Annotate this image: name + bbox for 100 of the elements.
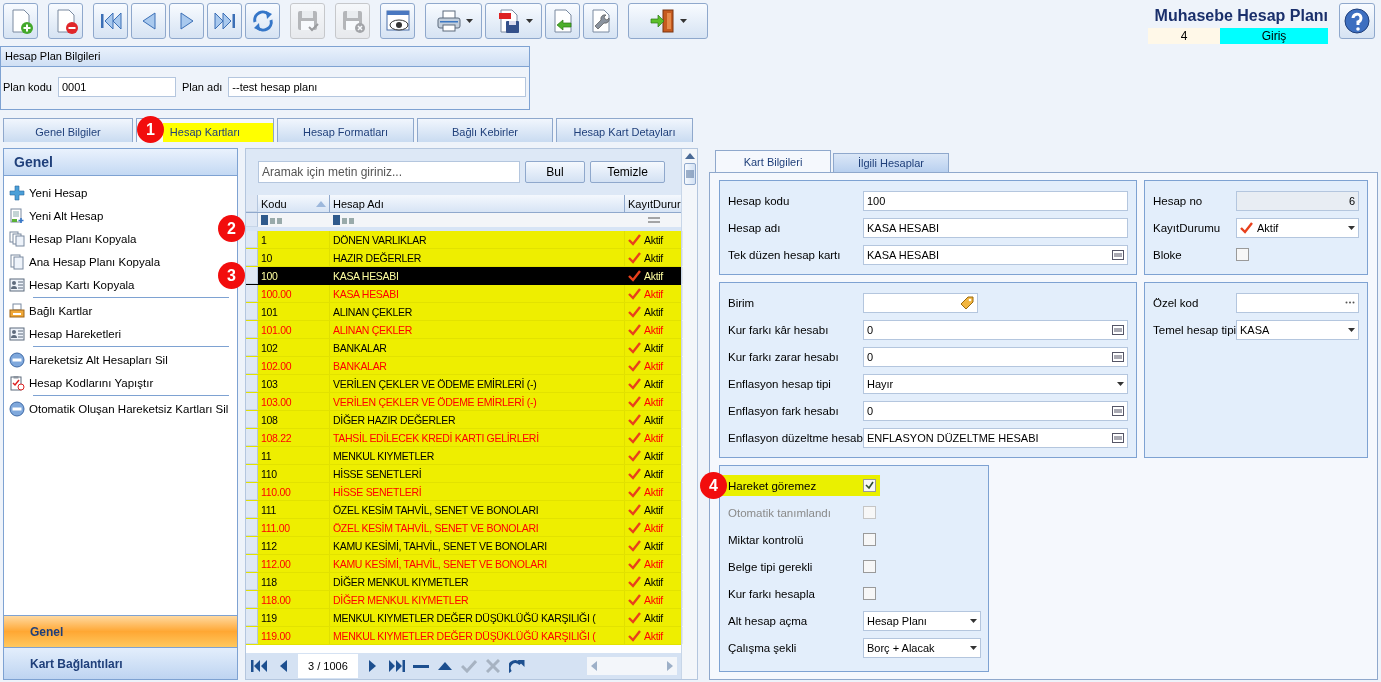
action-link[interactable]: Hesap Kartı Kopyala bbox=[9, 273, 135, 296]
import-button[interactable] bbox=[545, 3, 580, 39]
scroll-left-icon[interactable] bbox=[591, 661, 597, 671]
row-indicator[interactable] bbox=[246, 231, 258, 248]
action-link[interactable]: Otomatik Oluşan Hareketsiz Kartları Sil bbox=[9, 397, 229, 420]
table-row[interactable]: 10 HAZIR DEĞERLER Aktif bbox=[246, 249, 681, 267]
table-row[interactable]: 1 DÖNEN VARLIKLAR Aktif bbox=[246, 231, 681, 249]
last-button[interactable] bbox=[387, 657, 406, 675]
print-button[interactable] bbox=[425, 3, 482, 39]
tab[interactable]: Bağlı Kebirler bbox=[417, 118, 553, 142]
row-indicator[interactable] bbox=[246, 573, 258, 590]
lookup-icon[interactable] bbox=[1112, 405, 1124, 416]
table-row[interactable]: 102 BANKALAR Aktif bbox=[246, 339, 681, 357]
row-indicator[interactable] bbox=[246, 375, 258, 392]
scrollbar-thumb[interactable] bbox=[683, 163, 696, 185]
first-button[interactable] bbox=[250, 657, 268, 675]
settings-button[interactable] bbox=[583, 3, 618, 39]
checkbox[interactable] bbox=[863, 479, 876, 492]
table-row[interactable]: 11 MENKUL KIYMETLER Aktif bbox=[246, 447, 681, 465]
tab[interactable]: İlgili Hesaplar bbox=[833, 153, 949, 172]
search-field[interactable]: Aramak için metin giriniz... bbox=[258, 161, 520, 183]
checkbox[interactable] bbox=[863, 533, 876, 546]
row-indicator[interactable] bbox=[246, 627, 258, 644]
row-indicator[interactable] bbox=[246, 591, 258, 608]
lookup-icon[interactable] bbox=[1112, 249, 1124, 260]
lookup-icon[interactable] bbox=[1112, 432, 1124, 443]
checkbox[interactable] bbox=[863, 587, 876, 600]
text-field[interactable]: 0001 bbox=[57, 77, 176, 97]
table-row[interactable]: 119 MENKUL KIYMETLER DEĞER DÜŞÜKLÜĞÜ KARŞILIĞI ( Aktif bbox=[246, 609, 681, 627]
checkbox[interactable] bbox=[863, 560, 876, 573]
table-row[interactable]: 112 KAMU KESİMİ, TAHVİL, SENET VE BONOLARI Aktif bbox=[246, 537, 681, 555]
row-indicator[interactable] bbox=[246, 267, 258, 284]
section-button[interactable]: Genel bbox=[4, 615, 237, 647]
exit-button[interactable] bbox=[628, 3, 708, 39]
text-field[interactable]: KASA HESABI bbox=[863, 217, 1128, 238]
action-link[interactable]: Bağlı Kartlar bbox=[9, 299, 93, 322]
row-indicator[interactable] bbox=[246, 249, 258, 266]
row-indicator[interactable] bbox=[246, 447, 258, 464]
first-button[interactable] bbox=[93, 3, 128, 39]
row-indicator[interactable] bbox=[246, 357, 258, 374]
table-row[interactable]: 100 KASA HESABI Aktif bbox=[246, 267, 681, 285]
row-indicator[interactable] bbox=[246, 501, 258, 518]
find-button[interactable]: Bul bbox=[525, 161, 585, 183]
column-header[interactable]: Hesap Adı bbox=[330, 195, 625, 212]
help-button[interactable] bbox=[1339, 3, 1375, 39]
tab[interactable]: Genel Bilgiler bbox=[3, 118, 133, 142]
vertical-scrollbar[interactable] bbox=[681, 149, 697, 679]
unit-field[interactable] bbox=[863, 292, 978, 313]
lookup-field[interactable]: 0 bbox=[863, 346, 1128, 367]
action-link[interactable]: Yeni Hesap bbox=[9, 181, 88, 204]
action-link[interactable]: Yeni Alt Hesap bbox=[9, 204, 104, 227]
row-indicator[interactable] bbox=[246, 393, 258, 410]
lookup-field[interactable]: 0 bbox=[863, 319, 1128, 340]
action-link[interactable]: Hareketsiz Alt Hesapları Sil bbox=[9, 348, 168, 371]
action-link[interactable]: Hesap Kodlarını Yapıştır bbox=[9, 371, 154, 394]
pdf-button[interactable] bbox=[485, 3, 542, 39]
last-button[interactable] bbox=[207, 3, 242, 39]
checkbox[interactable] bbox=[1236, 248, 1249, 261]
dropdown-field[interactable]: Hesap Planı bbox=[863, 610, 981, 631]
row-indicator[interactable] bbox=[246, 285, 258, 302]
row-indicator[interactable] bbox=[246, 519, 258, 536]
delete-button[interactable] bbox=[48, 3, 83, 39]
table-row[interactable]: 103 VERİLEN ÇEKLER VE ÖDEME EMİRLERİ (-) Aktif bbox=[246, 375, 681, 393]
section-button[interactable]: Kart Bağlantıları bbox=[4, 647, 237, 679]
lookup-icon[interactable] bbox=[1112, 351, 1124, 362]
equals-filter-icon[interactable] bbox=[648, 216, 660, 224]
action-link[interactable]: Ana Hesap Planı Kopyala bbox=[9, 250, 161, 273]
row-indicator[interactable] bbox=[246, 195, 258, 212]
new-button[interactable] bbox=[3, 3, 38, 39]
table-row[interactable]: 118 DİĞER MENKUL KIYMETLER Aktif bbox=[246, 573, 681, 591]
dropdown-field[interactable]: Borç + Alacak bbox=[863, 637, 981, 658]
row-indicator[interactable] bbox=[246, 411, 258, 428]
ellipsis-icon[interactable] bbox=[1345, 301, 1355, 304]
row-indicator[interactable] bbox=[246, 321, 258, 338]
table-row[interactable]: 101 ALINAN ÇEKLER Aktif bbox=[246, 303, 681, 321]
text-field[interactable]: --test hesap planı bbox=[228, 77, 527, 97]
row-indicator[interactable] bbox=[246, 339, 258, 356]
tab[interactable]: Hesap Kart Detayları bbox=[556, 118, 693, 142]
horizontal-scrollbar[interactable] bbox=[587, 657, 677, 675]
preview-button[interactable] bbox=[380, 3, 415, 39]
text-filter-icon[interactable] bbox=[261, 214, 285, 226]
tab[interactable]: 1 Hesap Kartları bbox=[136, 118, 274, 142]
tag-icon[interactable] bbox=[960, 295, 974, 310]
action-link[interactable]: Hesap Planı Kopyala bbox=[9, 227, 137, 250]
column-header[interactable]: Kodu bbox=[258, 195, 330, 212]
row-indicator[interactable] bbox=[246, 609, 258, 626]
prev-button[interactable] bbox=[131, 3, 166, 39]
row-indicator[interactable] bbox=[246, 303, 258, 320]
dropdown-field[interactable]: KASA bbox=[1236, 319, 1359, 340]
row-indicator[interactable] bbox=[246, 465, 258, 482]
dropdown-field[interactable]: Aktif bbox=[1236, 217, 1359, 238]
text-filter-icon[interactable] bbox=[333, 214, 357, 226]
code-field[interactable] bbox=[1236, 292, 1359, 313]
lookup-field[interactable]: 0 bbox=[863, 400, 1128, 421]
row-indicator[interactable] bbox=[246, 213, 258, 227]
text-field[interactable]: 100 bbox=[863, 190, 1128, 211]
lookup-field[interactable]: KASA HESABI bbox=[863, 244, 1128, 265]
redo-button[interactable] bbox=[507, 657, 526, 675]
scroll-right-icon[interactable] bbox=[667, 661, 673, 671]
table-row[interactable]: 108 DİĞER HAZIR DEĞERLER Aktif bbox=[246, 411, 681, 429]
